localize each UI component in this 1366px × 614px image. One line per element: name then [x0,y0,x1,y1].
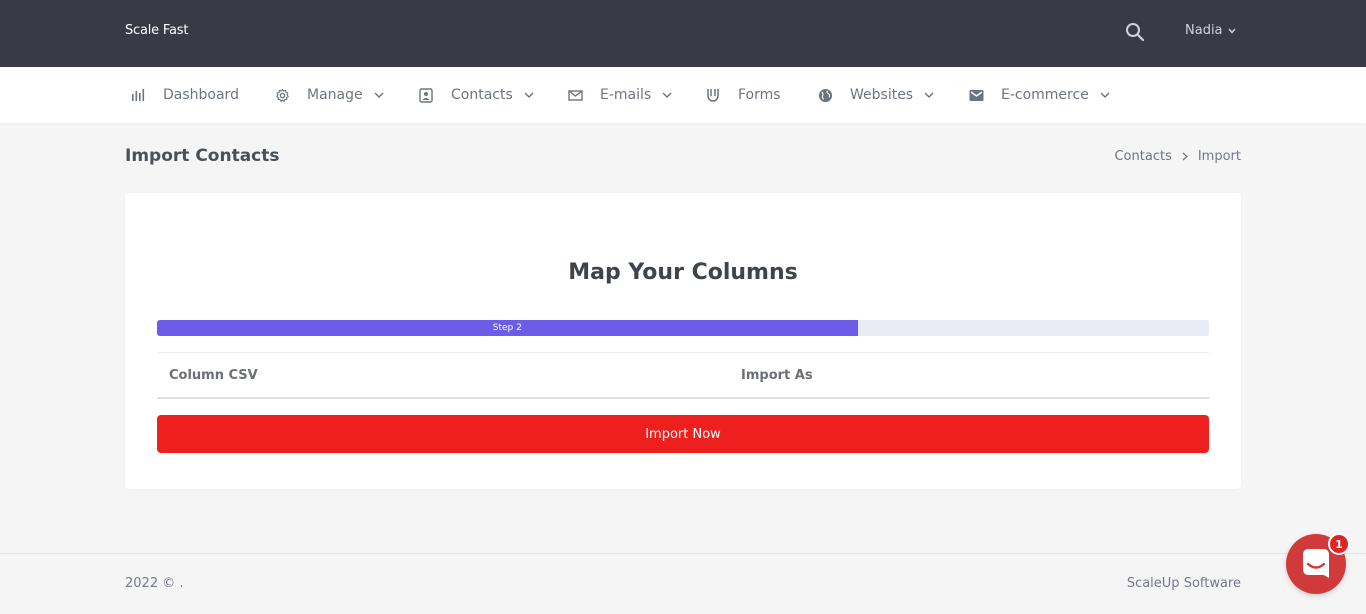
nav-item-label: E-commerce [1001,87,1089,103]
chevron-down-icon [1100,92,1110,99]
nav-item-manage[interactable]: Manage [274,67,384,123]
chevron-down-icon [662,92,672,99]
column-header-import-as: Import As [741,368,813,383]
bar-chart-icon [130,87,146,103]
globe-icon [817,87,833,103]
nav-item-label: Forms [738,87,781,103]
chevron-down-icon [374,92,384,99]
nav-item-forms[interactable]: Forms [705,67,781,123]
column-mapping-table: Column CSV Import As [157,352,1209,399]
import-card: Map Your Columns Step 2 Column CSV Impor… [125,193,1241,489]
breadcrumb: Contacts Import [1114,149,1241,164]
nav-item-websites[interactable]: Websites [817,67,934,123]
nav-item-label: Manage [307,87,363,103]
column-header-csv: Column CSV [169,368,258,383]
nav-item-label: E-mails [600,87,652,103]
main-nav: Dashboard Manage Contacts E-mails Forms … [0,67,1366,123]
progress-bar-label: Step 2 [157,320,858,336]
chevron-down-icon [1227,28,1236,34]
user-name: Nadia [1185,23,1223,38]
card-title: Map Your Columns [568,260,798,285]
top-bar: Scale Fast Nadia [0,0,1366,67]
envelope-icon [567,87,583,103]
nav-item-ecommerce[interactable]: E-commerce [968,67,1110,123]
nav-item-label: Websites [850,87,914,103]
gear-icon [274,87,290,103]
footer-copyright: 2022 © . [125,576,184,591]
mail-box-icon [968,87,984,103]
user-menu[interactable]: Nadia [1185,23,1236,38]
contact-card-icon [418,87,434,103]
notification-badge: 1 [1328,533,1350,555]
nav-item-dashboard[interactable]: Dashboard [130,67,239,123]
nav-item-label: Contacts [451,87,513,103]
brand-name[interactable]: Scale Fast [125,23,188,38]
chevron-down-icon [524,92,534,99]
breadcrumb-contacts-link[interactable]: Contacts [1114,149,1171,164]
step-progress: Step 2 [157,320,1209,336]
chevron-right-icon [1182,152,1188,161]
footer-company: ScaleUp Software [1126,576,1241,591]
search-icon[interactable] [1125,22,1145,42]
footer: 2022 © . ScaleUp Software [0,553,1366,614]
chevron-down-icon [924,92,934,99]
nav-item-label: Dashboard [163,87,239,103]
chat-icon [1303,549,1329,578]
import-now-button[interactable]: Import Now [157,415,1209,453]
nav-item-emails[interactable]: E-mails [567,67,672,123]
magnet-icon [705,87,721,103]
breadcrumb-current: Import [1197,149,1241,164]
page-title: Import Contacts [125,146,280,166]
nav-item-contacts[interactable]: Contacts [418,67,534,123]
